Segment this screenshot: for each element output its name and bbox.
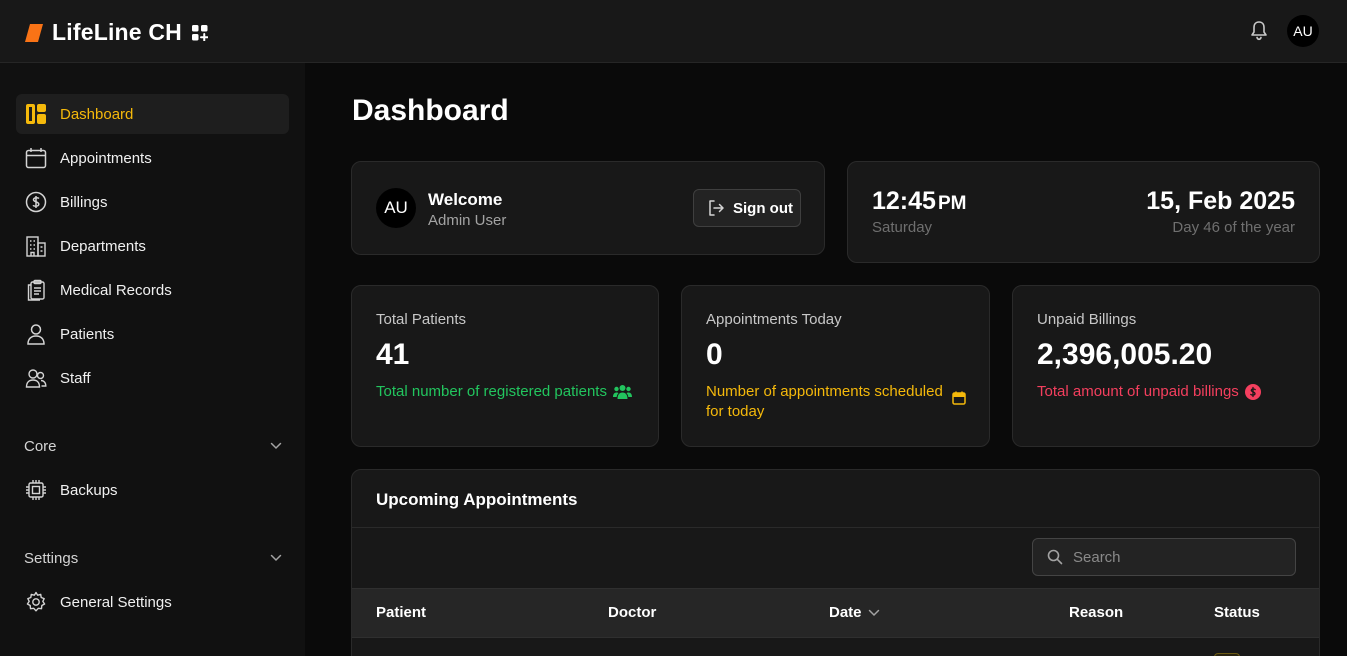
section-core-toggle[interactable]: Core xyxy=(24,434,282,458)
section-label: Settings xyxy=(24,549,79,567)
current-time: 12:45 PM xyxy=(872,187,966,216)
sidebar: Dashboard Appointments Billings Departme… xyxy=(0,63,305,656)
stat-description-text: Total number of registered patients xyxy=(376,383,607,400)
current-date: 15, Feb 2025 xyxy=(1146,187,1295,215)
stat-label: Total Patients xyxy=(376,311,467,328)
table-header: Patient Doctor Date Reason Status xyxy=(352,588,1319,638)
stat-card-appointments-today: Appointments Today 0 Number of appointme… xyxy=(681,285,990,447)
users-icon xyxy=(24,366,48,390)
sidebar-item-label: General Settings xyxy=(60,593,172,611)
welcome-title: Welcome xyxy=(428,190,503,209)
time-ampm: PM xyxy=(937,193,967,214)
users-group-icon xyxy=(612,385,632,399)
sidebar-item-label: Staff xyxy=(60,369,91,387)
stat-value: 2,396,005.20 xyxy=(1037,338,1213,371)
stat-label: Unpaid Billings xyxy=(1037,311,1137,328)
column-label: Doctor xyxy=(608,604,657,621)
stat-description-text: Number of appointments scheduled for tod… xyxy=(706,383,943,420)
brand-logo-icon xyxy=(25,23,43,42)
brand-name: LifeLine CH xyxy=(52,19,182,45)
search-input[interactable] xyxy=(1073,548,1273,566)
sidebar-item-label: Patients xyxy=(60,325,115,343)
apps-grid-icon[interactable] xyxy=(191,24,208,41)
building-icon xyxy=(24,234,48,258)
column-label: Reason xyxy=(1069,604,1124,621)
stat-description: Total number of registered patients xyxy=(376,382,636,402)
section-label: Core xyxy=(24,437,57,455)
column-header-doctor[interactable]: Doctor xyxy=(608,604,656,621)
day-of-year: Day 46 of the year xyxy=(1172,219,1295,236)
sign-out-button[interactable]: Sign out xyxy=(693,189,801,227)
sidebar-item-label: Backups xyxy=(60,481,118,499)
sidebar-item-medical-records[interactable]: Medical Records xyxy=(16,270,289,310)
logout-icon xyxy=(709,200,724,216)
stat-description: Total amount of unpaid billings xyxy=(1037,382,1297,402)
chip-icon xyxy=(24,478,48,502)
avatar: AU xyxy=(376,188,416,228)
user-name: Admin User xyxy=(428,212,507,229)
sidebar-item-label: Appointments xyxy=(60,149,152,167)
column-label: Date xyxy=(829,604,862,621)
stat-description: Number of appointments scheduled for tod… xyxy=(706,382,966,422)
gear-icon xyxy=(24,590,48,614)
sidebar-item-label: Dashboard xyxy=(60,105,134,123)
bell-icon[interactable] xyxy=(1249,20,1269,42)
column-header-reason[interactable]: Reason xyxy=(1069,604,1123,621)
top-bar: LifeLine CH AU xyxy=(0,0,1347,63)
stat-value: 0 xyxy=(706,338,723,371)
upcoming-appointments-card: Upcoming Appointments Patient Doctor Dat… xyxy=(351,469,1320,656)
welcome-card: AU Welcome Admin User Sign out xyxy=(351,161,825,255)
brand[interactable]: LifeLine CH xyxy=(24,19,208,46)
section-settings-toggle[interactable]: Settings xyxy=(24,546,282,570)
sidebar-item-patients[interactable]: Patients xyxy=(16,314,289,354)
sidebar-item-departments[interactable]: Departments xyxy=(16,226,289,266)
calendar-icon xyxy=(24,146,48,170)
dashboard-icon xyxy=(24,102,48,126)
sign-out-label: Sign out xyxy=(733,199,793,217)
dollar-circle-icon xyxy=(24,190,48,214)
sidebar-item-billings[interactable]: Billings xyxy=(16,182,289,222)
sidebar-item-label: Billings xyxy=(60,193,108,211)
column-header-date[interactable]: Date xyxy=(829,604,880,621)
stat-value: 41 xyxy=(376,338,410,371)
chevron-down-icon xyxy=(868,609,879,616)
column-header-status[interactable]: Status xyxy=(1214,604,1260,621)
sidebar-item-appointments[interactable]: Appointments xyxy=(16,138,289,178)
sidebar-item-backups[interactable]: Backups xyxy=(16,470,289,510)
page-title: Dashboard xyxy=(352,94,509,127)
divider xyxy=(352,527,1319,528)
time-value: 12:45 xyxy=(872,187,936,215)
search-icon xyxy=(1047,549,1063,565)
stat-card-total-patients: Total Patients 41 Total number of regist… xyxy=(351,285,659,447)
chevron-down-icon xyxy=(270,442,282,450)
clipboard-icon xyxy=(24,278,48,302)
sidebar-item-label: Medical Records xyxy=(60,281,172,299)
chevron-down-icon xyxy=(270,554,282,562)
search-box[interactable] xyxy=(1032,538,1296,576)
table-title: Upcoming Appointments xyxy=(376,490,578,509)
user-icon xyxy=(24,322,48,346)
stat-card-unpaid-billings: Unpaid Billings 2,396,005.20 Total amoun… xyxy=(1012,285,1320,447)
weekday: Saturday xyxy=(872,219,933,236)
sidebar-item-general-settings[interactable]: General Settings xyxy=(16,582,289,622)
dollar-badge-icon xyxy=(1244,384,1261,400)
user-avatar[interactable]: AU xyxy=(1287,15,1319,47)
clock-card: 12:45 PM Saturday 15, Feb 2025 Day 46 of … xyxy=(847,161,1320,263)
column-label: Status xyxy=(1214,604,1260,621)
sidebar-item-dashboard[interactable]: Dashboard xyxy=(16,94,289,134)
column-label: Patient xyxy=(376,604,427,621)
sidebar-item-label: Departments xyxy=(60,237,146,255)
stat-description-text: Total amount of unpaid billings xyxy=(1037,383,1239,400)
calendar-small-icon xyxy=(952,391,966,405)
column-header-patient[interactable]: Patient xyxy=(376,604,426,621)
stat-label: Appointments Today xyxy=(706,311,842,328)
sidebar-item-staff[interactable]: Staff xyxy=(16,358,289,398)
